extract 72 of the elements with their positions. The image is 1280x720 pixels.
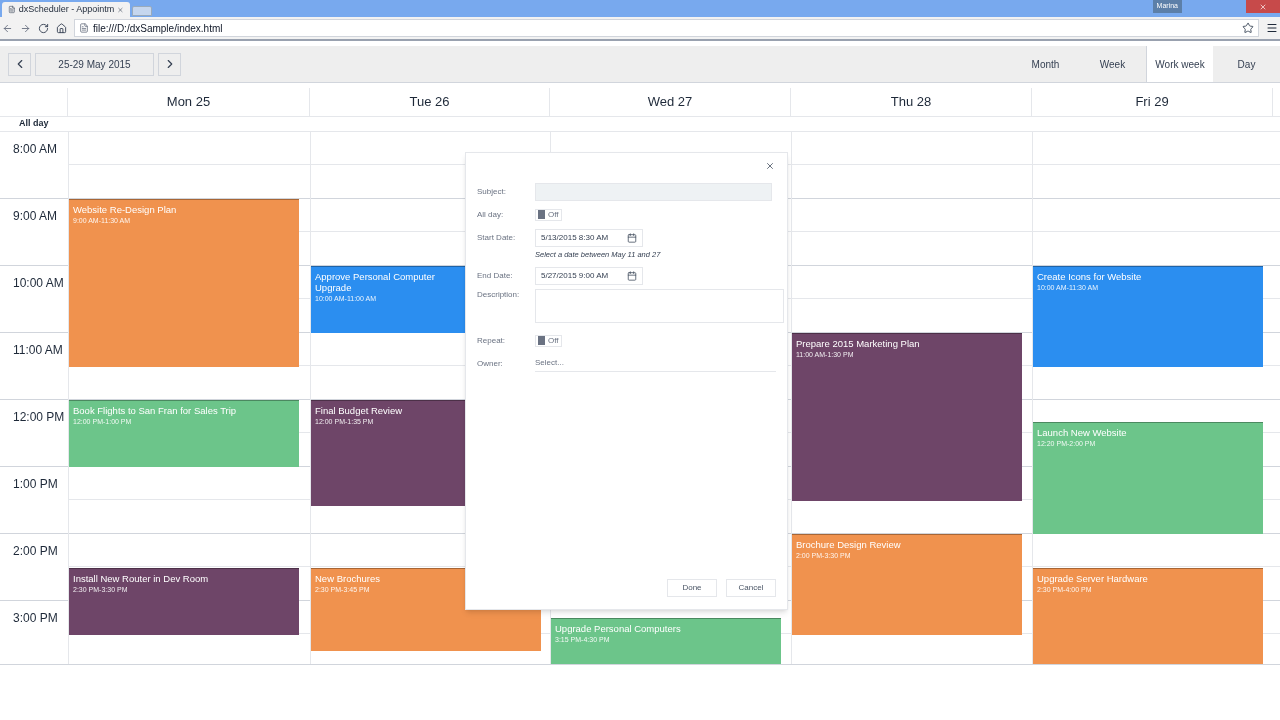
view-tab[interactable]: Work week [1146, 46, 1213, 82]
hour-label: 9:00 AM [13, 209, 58, 223]
dialog-button[interactable]: Cancel [726, 579, 776, 597]
view-tab[interactable]: Day [1213, 46, 1280, 82]
menu-icon[interactable] [1266, 22, 1278, 34]
appointment-title: Book Flights to San Fran for Sales Trip [73, 405, 237, 416]
previous-button[interactable] [8, 52, 31, 76]
dialog-button[interactable]: Done [667, 579, 717, 597]
appointment-title: Launch New Website [1037, 427, 1127, 439]
bookmark-icon[interactable] [1242, 22, 1254, 34]
switch-text: Off [548, 208, 559, 221]
browser-tab[interactable]: dxScheduler - Appointm [2, 2, 130, 17]
calendar-icon [627, 232, 637, 243]
back-icon[interactable] [2, 22, 13, 34]
appointment-title: Upgrade Server Hardware [1037, 572, 1148, 584]
appointment-title: Create Icons for Website [1037, 271, 1142, 282]
description-field[interactable] [535, 289, 784, 324]
appointment-title: Prepare 2015 Marketing Plan [796, 338, 920, 349]
field-label: End Date: [477, 269, 514, 282]
close-button[interactable] [764, 160, 776, 172]
home-icon[interactable] [56, 22, 67, 34]
hour-label: 2:00 PM [13, 544, 58, 558]
hour-label: 3:00 PM [13, 611, 58, 625]
tab-title: dxScheduler - Appointm [18, 2, 115, 16]
reload-icon[interactable] [38, 22, 49, 34]
field-label: All day: [477, 208, 505, 221]
day-header: Mon 25 [166, 93, 211, 112]
date-field[interactable]: 5/27/2015 9:00 AM [535, 266, 643, 285]
field-label: Owner: [477, 357, 504, 370]
appointment-title: Approve Personal Computer Upgrade [315, 271, 436, 293]
appointment-title: Brochure Design Review [796, 539, 901, 550]
next-button[interactable] [158, 52, 181, 76]
page-icon [8, 5, 16, 14]
all-day-label: All day [19, 117, 49, 131]
appointment-title: Website Re-Design Plan [73, 204, 177, 215]
url-text: file:///D:/dxSample/index.html [93, 21, 223, 36]
field-label: Subject: [477, 185, 507, 198]
hour-label: 8:00 AM [13, 142, 58, 156]
calendar-icon [627, 270, 637, 281]
switch-thumb [538, 336, 545, 346]
view-tab[interactable]: Week [1079, 46, 1146, 82]
hour-label: 1:00 PM [13, 477, 58, 491]
day-header: Fri 29 [1135, 93, 1169, 112]
day-header: Thu 28 [890, 93, 932, 112]
hour-label: 11:00 AM [13, 343, 63, 357]
field-label: Repeat: [477, 334, 507, 347]
close-icon [1259, 2, 1267, 11]
switch-thumb [538, 210, 545, 219]
switch-text: Off [548, 334, 559, 347]
close-icon[interactable] [117, 5, 124, 14]
appointment-title: Upgrade Personal Computers [555, 622, 681, 634]
close-icon [765, 161, 775, 171]
address-field[interactable]: file:///D:/dxSample/index.html [74, 19, 1259, 37]
field-label: Start Date: [477, 231, 517, 244]
date-field[interactable]: 5/13/2015 8:30 AM [535, 228, 643, 247]
forward-icon[interactable] [20, 22, 31, 34]
appointment-title: New Brochures [315, 572, 380, 584]
field-label: Description: [477, 289, 521, 302]
toggle-switch[interactable]: Off [535, 334, 562, 347]
toggle-switch[interactable]: Off [535, 208, 562, 221]
view-tab[interactable]: Month [1012, 46, 1079, 82]
owner-dropdown[interactable]: Select... [535, 355, 776, 372]
appointment-title: Final Budget Review [315, 405, 403, 416]
date-range-button[interactable]: 25-29 May 2015 [35, 52, 154, 76]
appointment-title: Install New Router in Dev Room [73, 572, 209, 584]
placeholder-text: Select... [535, 357, 564, 370]
day-header: Tue 26 [409, 93, 450, 112]
subject-field[interactable] [535, 182, 772, 201]
hour-label: 12:00 PM [13, 410, 65, 424]
hour-label: 10:00 AM [13, 276, 64, 290]
day-header: Wed 27 [647, 93, 693, 112]
page-icon [79, 23, 89, 33]
